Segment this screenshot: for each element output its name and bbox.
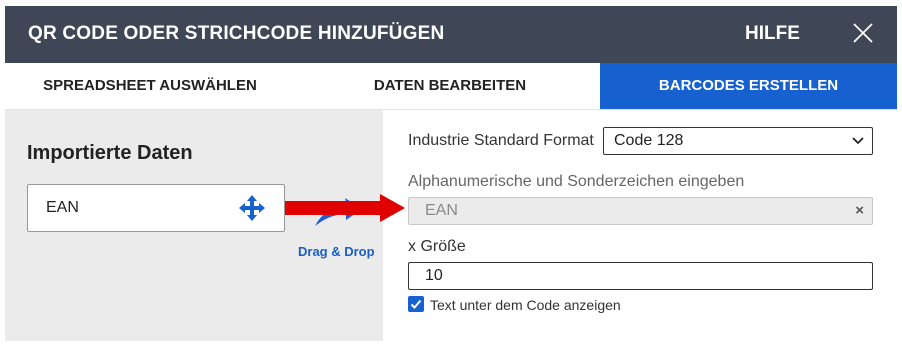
data-entry-value: EAN: [425, 202, 458, 219]
show-text-checkbox[interactable]: [408, 296, 424, 312]
dialog-title: QR CODE ODER STRICHCODE HINZUFÜGEN: [28, 23, 445, 44]
step-tabs: SPREADSHEET AUSWÄHLEN DATEN BEARBEITEN B…: [5, 63, 897, 110]
tab-create-barcodes[interactable]: BARCODES ERSTELLEN: [600, 63, 897, 109]
format-value: Code 128: [614, 132, 684, 149]
chevron-down-icon: [852, 137, 864, 145]
tab-edit-data[interactable]: DATEN BEARBEITEN: [305, 63, 595, 109]
dialog-header: QR CODE ODER STRICHCODE HINZUFÜGEN HILFE: [5, 6, 897, 63]
draggable-field-ean[interactable]: EAN: [27, 184, 285, 232]
checkmark-icon: [410, 299, 422, 309]
imported-data-heading: Importierte Daten: [27, 142, 193, 164]
move-icon[interactable]: [238, 194, 266, 222]
show-text-label: Text unter dem Code anzeigen: [430, 297, 621, 313]
drag-drop-hint: Drag & Drop: [298, 244, 375, 259]
size-value: 10: [425, 267, 443, 284]
size-label: x Größe: [408, 238, 466, 255]
help-button[interactable]: HILFE: [745, 23, 800, 45]
barcode-settings-panel: Industrie Standard Format Code 128 Alpha…: [383, 110, 897, 341]
tab-spreadsheet[interactable]: SPREADSHEET AUSWÄHLEN: [5, 63, 295, 109]
add-barcode-dialog: QR CODE ODER STRICHCODE HINZUFÜGEN HILFE…: [5, 6, 897, 341]
field-label: EAN: [46, 199, 79, 216]
data-entry-field[interactable]: EAN ×: [408, 197, 873, 225]
format-select[interactable]: Code 128: [603, 127, 873, 155]
size-field[interactable]: 10: [408, 262, 873, 290]
imported-data-panel: Importierte Daten EAN Drag & Drop: [5, 110, 383, 341]
clear-icon[interactable]: ×: [855, 202, 864, 219]
format-label: Industrie Standard Format: [408, 132, 594, 149]
close-icon[interactable]: [852, 22, 874, 44]
data-entry-label: Alphanumerische und Sonderzeichen eingeb…: [408, 173, 745, 190]
